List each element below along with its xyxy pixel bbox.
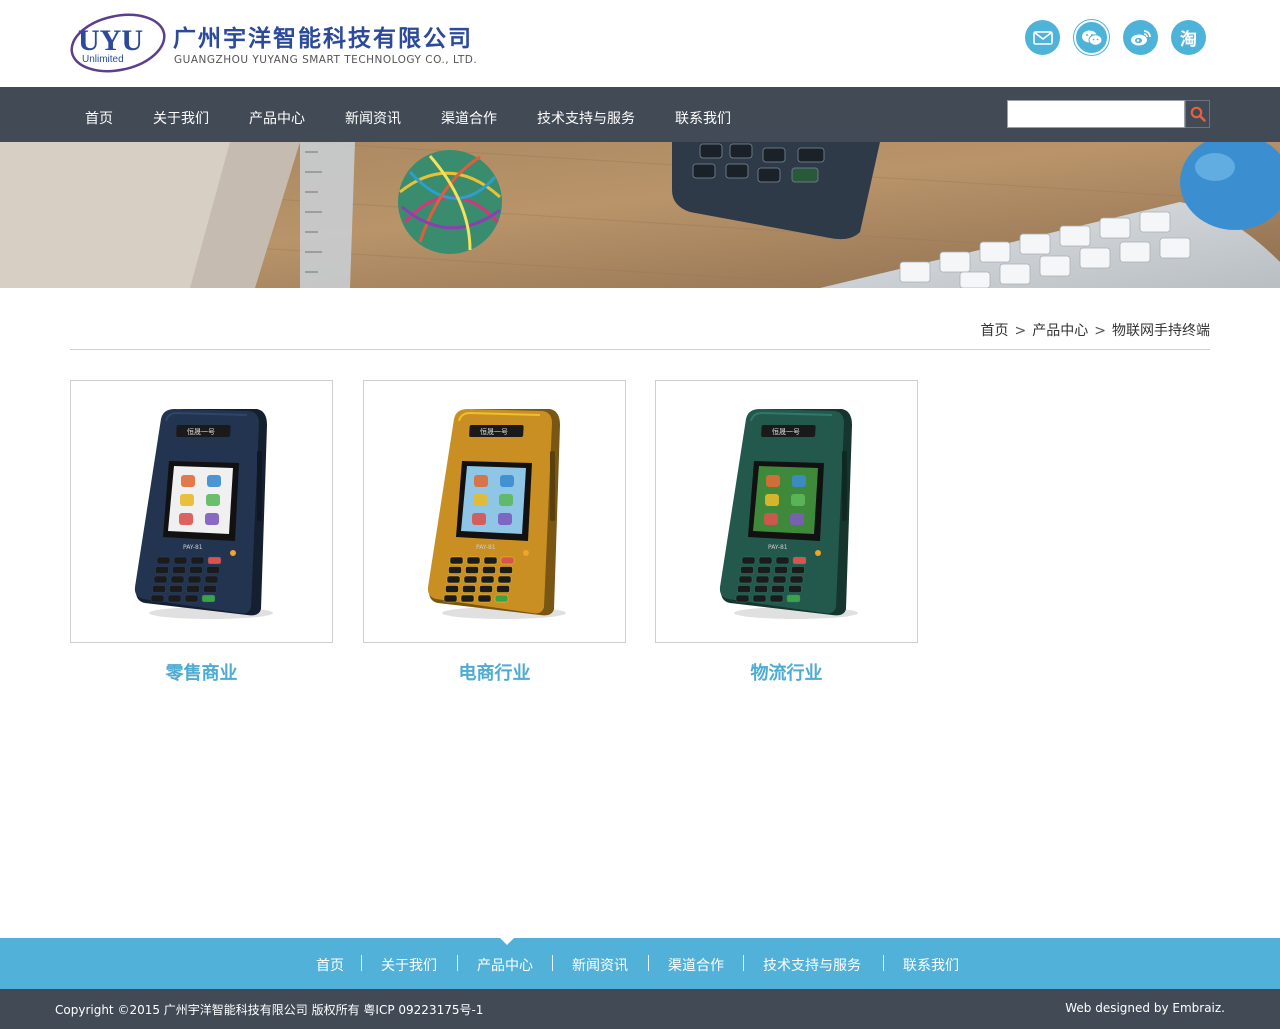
- wechat-icon[interactable]: [1074, 20, 1109, 55]
- footer-nav-products[interactable]: 产品中心: [477, 955, 533, 975]
- header: UYU Unlimited 广州宇洋智能科技有限公司 GUANGZHOU YUY…: [0, 0, 1280, 87]
- bottom-bar: Copyright ©2015 广州宇洋智能科技有限公司 版权所有 粤ICP 0…: [0, 989, 1280, 1029]
- device-top-label: 恒晟一号: [480, 427, 508, 436]
- nav-channel[interactable]: 渠道合作: [441, 108, 497, 128]
- product-card-logistics[interactable]: 恒晟一号 PAY-81: [655, 380, 918, 643]
- nav-products[interactable]: 产品中心: [249, 108, 305, 128]
- product-card-ecommerce[interactable]: 恒晟一号 PAY-81: [363, 380, 626, 643]
- footer-nav-news[interactable]: 新闻资讯: [572, 955, 628, 975]
- footer-nav-separator: [648, 955, 649, 971]
- device-model-label: PAY-81: [768, 544, 788, 551]
- footer-nav-separator: [361, 955, 362, 971]
- search-button[interactable]: [1185, 100, 1210, 128]
- breadcrumb: 首页 > 产品中心 > 物联网手持终端: [981, 320, 1210, 340]
- footer-nav-separator: [457, 955, 458, 971]
- main-nav: 首页 关于我们 产品中心 新闻资讯 渠道合作 技术支持与服务 联系我们: [0, 87, 1280, 142]
- taobao-icon[interactable]: 淘: [1171, 20, 1206, 55]
- nav-about[interactable]: 关于我们: [153, 108, 209, 128]
- nav-home[interactable]: 首页: [85, 108, 113, 128]
- search-icon: [1190, 106, 1206, 122]
- product-image: 恒晟一号 PAY-81: [427, 409, 566, 619]
- weibo-icon[interactable]: [1123, 20, 1158, 55]
- footer-nav-support[interactable]: 技术支持与服务: [763, 955, 861, 975]
- breadcrumb-products[interactable]: 产品中心: [1032, 323, 1088, 339]
- product-title-retail[interactable]: 零售商业: [70, 659, 333, 685]
- divider: [70, 349, 1210, 350]
- copyright-text: Copyright ©2015 广州宇洋智能科技有限公司 版权所有 粤ICP 0…: [55, 1003, 484, 1017]
- footer-nav-home[interactable]: 首页: [316, 955, 344, 975]
- company-logo[interactable]: UYU Unlimited: [68, 12, 168, 74]
- product-title-logistics[interactable]: 物流行业: [655, 659, 918, 685]
- product-card-retail[interactable]: 恒晟一号 PAY-81: [70, 380, 333, 643]
- nav-news[interactable]: 新闻资讯: [345, 108, 401, 128]
- page: UYU Unlimited 广州宇洋智能科技有限公司 GUANGZHOU YUY…: [0, 0, 1280, 1029]
- handheld-terminal: 恒晟一号 PAY-81: [134, 409, 273, 619]
- taobao-glyph: 淘: [1180, 30, 1197, 50]
- search-input[interactable]: [1007, 100, 1185, 128]
- svg-text:Unlimited: Unlimited: [82, 54, 124, 65]
- nav-contact[interactable]: 联系我们: [675, 108, 731, 128]
- footer-nav-separator: [743, 955, 744, 971]
- company-name-cn: 广州宇洋智能科技有限公司: [173, 26, 473, 52]
- device-top-label: 恒晟一号: [772, 427, 800, 436]
- device-model-label: PAY-81: [183, 544, 203, 551]
- mail-icon[interactable]: [1025, 20, 1060, 55]
- product-title-ecommerce[interactable]: 电商行业: [363, 659, 626, 685]
- nav-support[interactable]: 技术支持与服务: [537, 108, 635, 128]
- device-top-label: 恒晟一号: [187, 427, 215, 436]
- breadcrumb-separator: >: [1094, 323, 1106, 339]
- footer-nav-separator: [552, 955, 553, 971]
- breadcrumb-home[interactable]: 首页: [981, 323, 1009, 339]
- breadcrumb-separator: >: [1014, 323, 1027, 339]
- handheld-terminal: 恒晟一号 PAY-81: [719, 409, 858, 619]
- device-model-label: PAY-81: [476, 544, 496, 551]
- product-image: 恒晟一号 PAY-81: [134, 409, 273, 619]
- handheld-terminal: 恒晟一号 PAY-81: [427, 409, 566, 619]
- footer-nav-about[interactable]: 关于我们: [381, 955, 437, 975]
- svg-text:UYU: UYU: [78, 24, 143, 57]
- footer-nav-contact[interactable]: 联系我们: [903, 955, 959, 975]
- designer-credit[interactable]: Web designed by Embraiz.: [1065, 1001, 1225, 1015]
- breadcrumb-current: 物联网手持终端: [1112, 323, 1210, 339]
- product-image: 恒晟一号 PAY-81: [719, 409, 858, 619]
- footer-nav: 首页 关于我们 产品中心 新闻资讯 渠道合作 技术支持与服务 联系我们: [0, 938, 1280, 989]
- company-name-en: GUANGZHOU YUYANG SMART TECHNOLOGY CO., L…: [174, 54, 478, 66]
- banner-image: [0, 142, 1280, 288]
- footer-nav-channel[interactable]: 渠道合作: [668, 955, 724, 975]
- active-indicator: [500, 938, 514, 945]
- footer-nav-separator: [883, 955, 884, 971]
